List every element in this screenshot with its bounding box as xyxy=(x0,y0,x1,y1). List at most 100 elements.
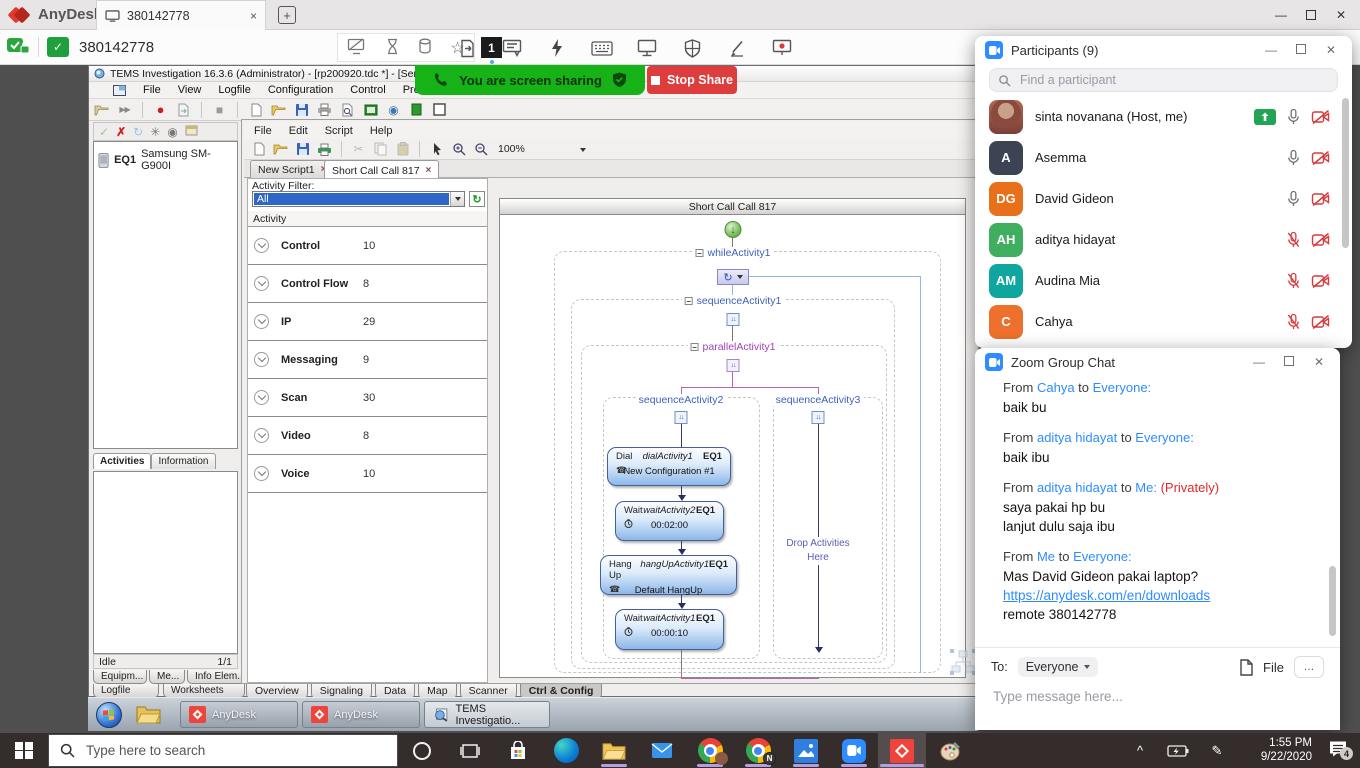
maximize-icon[interactable] xyxy=(1278,355,1300,369)
window-minimize-button[interactable]: — xyxy=(1266,0,1296,30)
remote-taskbar-anydesk-1[interactable]: AnyDesk xyxy=(180,701,298,728)
cut-icon[interactable]: ✂ xyxy=(350,141,367,158)
select-cursor-icon[interactable] xyxy=(428,141,445,158)
remote-taskbar-tems[interactable]: TEMS Investigatio... xyxy=(424,701,550,728)
menu-help[interactable]: Help xyxy=(370,125,393,137)
sender-name[interactable]: aditya hidayat xyxy=(1037,430,1117,445)
minimize-icon[interactable]: — xyxy=(1260,43,1282,57)
microsoft-store-icon[interactable] xyxy=(494,733,542,768)
collapse-icon[interactable] xyxy=(691,343,699,351)
start-button[interactable] xyxy=(0,733,48,768)
taskbar-clock[interactable]: 1:55 PM 9/22/2020 xyxy=(1261,736,1312,764)
monitor-disabled-icon[interactable] xyxy=(347,38,366,58)
mail-icon[interactable] xyxy=(638,733,686,768)
chevron-down-icon[interactable] xyxy=(254,466,269,481)
participant-row[interactable]: sinta novanana (Host, me) xyxy=(975,96,1345,137)
participant-row[interactable]: AM Audina Mia xyxy=(975,260,1345,301)
file-explorer-icon[interactable] xyxy=(590,733,638,768)
tab-logfile[interactable]: Logfile xyxy=(93,684,159,698)
chat-messages[interactable]: From Cahya to Everyone: baik bu From adi… xyxy=(1003,380,1303,637)
mic-muted-icon[interactable] xyxy=(1286,231,1301,249)
tab-short-call[interactable]: Short Call Call 817 × xyxy=(324,160,439,180)
maximize-icon[interactable] xyxy=(1290,43,1312,57)
taskbar-search-input[interactable] xyxy=(84,742,386,759)
chevron-down-icon[interactable] xyxy=(254,238,269,253)
new-script-icon[interactable] xyxy=(250,141,267,158)
save-script-icon[interactable] xyxy=(294,141,311,158)
keyboard-icon[interactable] xyxy=(590,36,614,60)
whiteboard-pen-icon[interactable] xyxy=(725,36,749,60)
cortana-button[interactable] xyxy=(398,733,446,768)
camera-off-icon[interactable] xyxy=(1311,232,1331,248)
close-tab-icon[interactable]: × xyxy=(250,9,257,23)
participant-row[interactable]: A Asemma xyxy=(975,137,1345,178)
close-tab-icon[interactable]: × xyxy=(426,165,432,176)
while-loop-button[interactable]: ↻ xyxy=(717,269,749,285)
copy-icon[interactable] xyxy=(372,141,389,158)
activity-group-row[interactable]: Video8 xyxy=(248,417,487,455)
more-options-button[interactable]: … xyxy=(1294,656,1324,678)
refresh-filter-button[interactable]: ↻ xyxy=(469,191,485,207)
close-icon[interactable]: ✕ xyxy=(1320,43,1342,57)
mic-muted-icon[interactable] xyxy=(1286,313,1301,331)
stop-icon[interactable]: ■ xyxy=(211,101,228,118)
taskbar-search[interactable] xyxy=(48,734,398,767)
activate-icon[interactable]: ✓ xyxy=(99,125,109,139)
dropdown-arrow-icon[interactable] xyxy=(450,192,464,206)
chrome-profile2-icon[interactable]: N xyxy=(734,733,782,768)
anydesk-taskbar-icon[interactable] xyxy=(878,733,926,768)
sequence3-container[interactable] xyxy=(773,397,883,659)
dial-activity-node[interactable]: DialdialActivity1EQ1 ☎New Configuration … xyxy=(607,447,731,486)
menu-edit[interactable]: Edit xyxy=(289,125,308,137)
sequence2-label[interactable]: sequenceActivity2 xyxy=(636,394,727,406)
recipient-name[interactable]: Me: xyxy=(1135,480,1157,495)
print-preview-icon[interactable] xyxy=(339,101,356,118)
camera-off-icon[interactable] xyxy=(1311,109,1331,125)
chat-link[interactable]: https://anydesk.com/en/downloads xyxy=(1003,588,1210,603)
zoom-out-icon[interactable] xyxy=(472,141,489,158)
open-logfile-icon[interactable] xyxy=(93,101,110,118)
tab-new-script[interactable]: New Script1 × xyxy=(250,160,334,178)
recipient-name[interactable]: Everyone: xyxy=(1135,430,1194,445)
session-record-icon[interactable] xyxy=(770,36,794,60)
activity-group-row[interactable]: IP29 xyxy=(248,303,487,341)
mic-icon[interactable] xyxy=(1286,108,1301,126)
camera-off-icon[interactable] xyxy=(1311,314,1331,330)
presentation-globe-icon[interactable]: ◉ xyxy=(385,101,402,118)
minimize-icon[interactable]: — xyxy=(1248,355,1270,369)
edge-icon[interactable] xyxy=(542,733,590,768)
sequence3-label[interactable]: sequenceActivity3 xyxy=(773,394,864,406)
sender-name[interactable]: aditya hidayat xyxy=(1037,480,1117,495)
menu-file[interactable]: File xyxy=(143,84,161,96)
properties-icon[interactable] xyxy=(185,125,198,139)
tab-information[interactable]: Information xyxy=(151,453,215,469)
chevron-down-icon[interactable] xyxy=(254,352,269,367)
chevron-down-icon[interactable] xyxy=(254,314,269,329)
workspace-icon[interactable] xyxy=(362,101,379,118)
activity-group-row[interactable]: Voice10 xyxy=(248,455,487,493)
new-tab-button[interactable]: + xyxy=(278,6,296,24)
activity-group-row[interactable]: Control10 xyxy=(248,227,487,265)
recipient-selector[interactable]: Everyone xyxy=(1018,657,1098,677)
zoom-app-icon[interactable] xyxy=(830,733,878,768)
white-panel-icon[interactable] xyxy=(431,101,448,118)
menu-script[interactable]: Script xyxy=(325,125,353,137)
chevron-down-icon[interactable] xyxy=(254,276,269,291)
remote-taskbar-anydesk-2[interactable]: AnyDesk xyxy=(302,701,420,728)
tab-me[interactable]: Me... xyxy=(149,670,185,684)
menu-configuration[interactable]: Configuration xyxy=(268,84,333,96)
recipient-name[interactable]: Everyone: xyxy=(1093,380,1152,395)
export-icon[interactable] xyxy=(175,101,192,118)
menu-logfile[interactable]: Logfile xyxy=(218,84,250,96)
notification-center-icon[interactable]: 4 xyxy=(1316,733,1360,768)
quick-actions-icon[interactable] xyxy=(545,36,569,60)
paint-icon[interactable] xyxy=(926,733,974,768)
chrome-profile1-icon[interactable] xyxy=(686,733,734,768)
sender-name[interactable]: Cahya xyxy=(1037,380,1075,395)
print-script-icon[interactable] xyxy=(316,141,333,158)
pen-icon[interactable]: ✎ xyxy=(1200,733,1234,768)
chat-message-input[interactable] xyxy=(991,688,1291,705)
tab-equipment[interactable]: Equipm... xyxy=(93,670,147,684)
zoom-in-icon[interactable] xyxy=(450,141,467,158)
remote-explorer-icon[interactable] xyxy=(136,704,161,728)
